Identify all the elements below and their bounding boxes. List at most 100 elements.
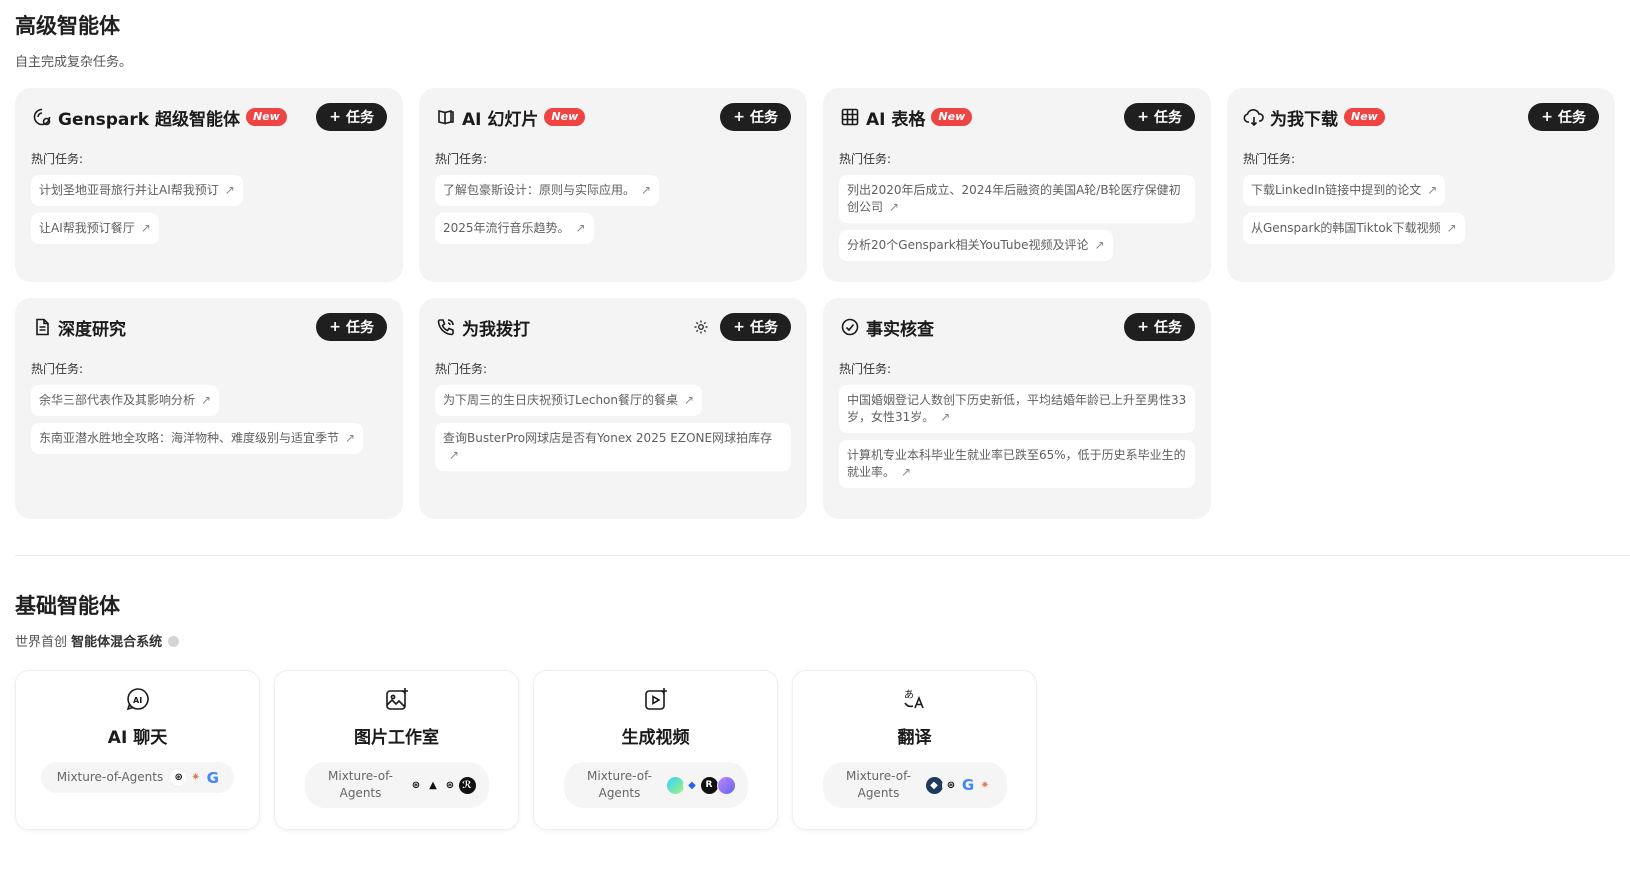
- hot-task-chip[interactable]: 余华三部代表作及其影响分析 ↗: [31, 385, 220, 416]
- hot-task-chip[interactable]: 列出2020年后成立、2024年后融资的美国A轮/B轮医疗保健初创公司 ↗: [839, 175, 1195, 223]
- arrow-up-right-icon: ↗: [140, 221, 151, 235]
- arrow-up-right-icon: ↗: [345, 431, 356, 445]
- plus-icon: +: [733, 319, 745, 335]
- claude-logo-icon: ✷: [975, 775, 995, 795]
- basic-agents-subtitle: 世界首创 智能体混合系统: [15, 631, 180, 650]
- info-icon[interactable]: [168, 636, 180, 647]
- hot-task-chip[interactable]: 中国婚姻登记人数创下历史新低，平均结婚年龄已上升至男性33岁，女性31岁。 ↗: [839, 385, 1195, 433]
- ai-chat-icon: AI: [124, 685, 152, 713]
- agent-card-call-for-me[interactable]: 为我拨打 + 任务 热门任务: 为下周三的生日庆祝预订Lechon餐厅的餐桌 ↗ 查…: [419, 298, 807, 519]
- arrow-up-right-icon: ↗: [575, 221, 586, 235]
- table-icon: [839, 106, 861, 128]
- hot-task-chip[interactable]: 计算机专业本科毕业生就业率已跌至65%，低于历史系毕业生的就业率。 ↗: [839, 440, 1195, 488]
- hot-task-chip[interactable]: 为下周三的生日庆祝预订Lechon餐厅的餐桌 ↗: [435, 385, 703, 416]
- plus-icon: +: [329, 319, 341, 335]
- basic-agent-title: 生成视频: [621, 728, 690, 748]
- add-task-button[interactable]: + 任务: [1528, 103, 1599, 131]
- flux-logo-icon: ℛ: [457, 775, 477, 795]
- advanced-agents-grid: Genspark 超级智能体 New + 任务 热门任务: 计划圣地亚哥旅行并让A…: [15, 88, 1615, 519]
- plus-icon: +: [1137, 319, 1149, 335]
- agent-card-deep-research[interactable]: 深度研究 + 任务 热门任务: 余华三部代表作及其影响分析 ↗ 东南亚潜水胜地全攻略…: [15, 298, 403, 519]
- super-agent-icon: [31, 106, 53, 128]
- hot-task-chip[interactable]: 2025年流行音乐趋势。 ↗: [435, 213, 594, 244]
- agent-card-download-for-me[interactable]: 为我下载 New + 任务 热门任务: 下载LinkedIn链接中提到的论文 ↗ 从…: [1227, 88, 1615, 282]
- gear-icon[interactable]: [692, 318, 710, 336]
- new-badge: New: [931, 108, 973, 126]
- add-task-button[interactable]: + 任务: [720, 313, 791, 341]
- plus-icon: +: [1137, 109, 1149, 125]
- arrow-up-right-icon: ↗: [201, 393, 212, 407]
- hot-task-chip[interactable]: 下载LinkedIn链接中提到的论文 ↗: [1243, 175, 1446, 206]
- hot-task-chip[interactable]: 分析20个Genspark相关YouTube视频及评论 ↗: [839, 230, 1113, 261]
- openai-logo-icon: ⊛: [406, 775, 426, 795]
- runway-logo-icon: R: [699, 775, 719, 795]
- new-badge: New: [1344, 108, 1385, 126]
- stability-logo-icon: ⊛: [440, 775, 460, 795]
- openai-logo-icon: ⊛: [941, 775, 961, 795]
- card-title: AI 幻灯片: [462, 109, 539, 130]
- basic-agents-title: 基础智能体: [15, 594, 120, 618]
- moa-label: Mixture-of-Agents: [56, 770, 164, 784]
- moa-pill: Mixture-of-Agents ◆ ⊛ G ✷: [822, 762, 1007, 808]
- moa-pill: Mixture-of-Agents ⊛ ▲ ⊛ ℛ: [304, 762, 489, 808]
- hot-task-chip[interactable]: 了解包豪斯设计：原则与实际应用。 ↗: [435, 175, 660, 206]
- svg-text:あ: あ: [904, 689, 914, 701]
- add-task-button[interactable]: + 任务: [1124, 313, 1195, 341]
- arrow-up-right-icon: ↗: [1094, 238, 1105, 252]
- svg-text:AI: AI: [133, 696, 142, 705]
- basic-agent-title: 图片工作室: [354, 728, 439, 748]
- basic-agent-card-translate[interactable]: あ 翻译 Mixture-of-Agents ◆ ⊛ G ✷: [792, 670, 1037, 830]
- advanced-agents-title: 高级智能体: [15, 14, 120, 38]
- hot-task-chip[interactable]: 让AI帮我预订餐厅 ↗: [31, 213, 159, 244]
- phone-call-icon: [435, 316, 457, 338]
- arrow-up-right-icon: ↗: [224, 183, 235, 197]
- card-title: AI 表格: [866, 109, 926, 130]
- agent-card-ai-sheets[interactable]: AI 表格 New + 任务 热门任务: 列出2020年后成立、2024年后融资的…: [823, 88, 1211, 282]
- hot-tasks-label: 热门任务:: [435, 152, 488, 166]
- hot-task-chip[interactable]: 计划圣地亚哥旅行并让AI帮我预订 ↗: [31, 175, 243, 206]
- card-title: 为我下载: [1270, 109, 1338, 130]
- image-studio-icon: [383, 685, 411, 713]
- arrow-up-right-icon: ↗: [641, 183, 652, 197]
- basic-agent-title: AI 聊天: [107, 728, 168, 748]
- card-title: Genspark 超级智能体: [58, 109, 240, 130]
- basic-agent-card-video[interactable]: 生成视频 Mixture-of-Agents ◆ R: [533, 670, 778, 830]
- luma-logo-icon: [716, 775, 736, 795]
- add-task-button[interactable]: + 任务: [316, 313, 387, 341]
- hot-tasks-label: 热门任务:: [31, 152, 84, 166]
- basic-agent-card-ai-chat[interactable]: AI AI 聊天 Mixture-of-Agents ⊛ ✷ G: [15, 670, 260, 830]
- hot-task-chip[interactable]: 东南亚潜水胜地全攻略：海洋物种、难度级别与适宜季节 ↗: [31, 423, 364, 454]
- moa-pill: Mixture-of-Agents ◆ R: [563, 762, 748, 808]
- hot-task-chip[interactable]: 查询BusterPro网球店是否有Yonex 2025 EZONE网球拍库存↗: [435, 423, 791, 471]
- moa-label: Mixture-of-Agents: [587, 769, 652, 800]
- kling-logo-icon: [665, 775, 685, 795]
- hot-tasks-label: 热门任务:: [31, 362, 84, 376]
- new-badge: New: [544, 108, 586, 126]
- deepseek-logo-icon: ◆: [924, 775, 944, 795]
- add-task-button[interactable]: + 任务: [720, 103, 791, 131]
- plus-icon: +: [733, 109, 745, 125]
- add-task-button[interactable]: + 任务: [316, 103, 387, 131]
- agent-card-super-agent[interactable]: Genspark 超级智能体 New + 任务 热门任务: 计划圣地亚哥旅行并让A…: [15, 88, 403, 282]
- basic-agent-title: 翻译: [897, 728, 932, 748]
- basic-agent-card-image-studio[interactable]: 图片工作室 Mixture-of-Agents ⊛ ▲ ⊛ ℛ: [274, 670, 519, 830]
- arrow-up-right-icon: ↗: [449, 448, 460, 462]
- slides-icon: [435, 106, 457, 128]
- agent-card-fact-check[interactable]: 事实核查 + 任务 热门任务: 中国婚姻登记人数创下历史新低，平均结婚年龄已上升至…: [823, 298, 1211, 519]
- moa-label: Mixture-of-Agents: [328, 769, 393, 800]
- google-logo-icon: G: [203, 768, 223, 787]
- card-title: 为我拨打: [462, 319, 530, 340]
- midjourney-logo-icon: ▲: [423, 775, 443, 795]
- moa-pill: Mixture-of-Agents ⊛ ✷ G: [40, 762, 235, 793]
- plus-icon: +: [1541, 109, 1553, 125]
- arrow-up-right-icon: ↗: [901, 465, 912, 479]
- translate-icon: あ: [901, 685, 929, 713]
- hot-task-chip[interactable]: 从Genspark的韩国Tiktok下载视频 ↗: [1243, 213, 1465, 244]
- video-icon: [642, 685, 670, 713]
- plus-icon: +: [329, 109, 341, 125]
- pixverse-logo-icon: ◆: [682, 775, 702, 795]
- agent-card-ai-slides[interactable]: AI 幻灯片 New + 任务 热门任务: 了解包豪斯设计：原则与实际应用。 ↗ 2…: [419, 88, 807, 282]
- add-task-button[interactable]: + 任务: [1124, 103, 1195, 131]
- section-divider: [15, 555, 1630, 556]
- hot-tasks-label: 热门任务:: [839, 152, 892, 166]
